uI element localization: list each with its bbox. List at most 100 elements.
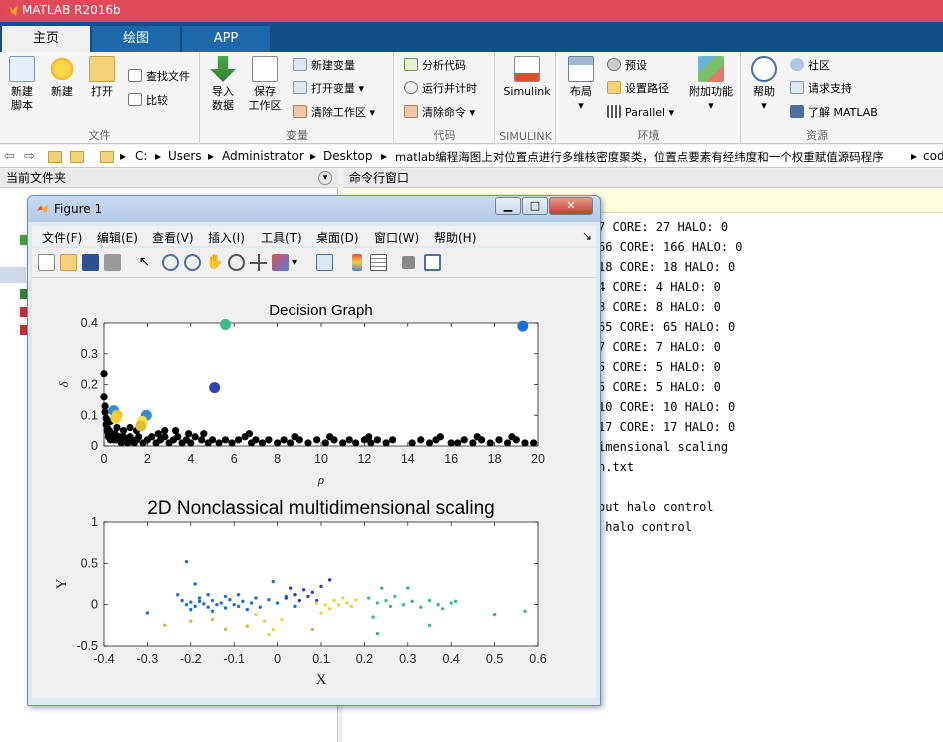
preferences-button[interactable]: 预设 xyxy=(607,57,647,75)
data-point xyxy=(352,439,360,447)
layout-button[interactable]: 布局 ▾ xyxy=(561,56,601,113)
open-file-icon[interactable] xyxy=(60,254,77,271)
new-button[interactable]: 新建 xyxy=(42,56,82,99)
breadcrumb-item[interactable]: Users xyxy=(168,149,202,163)
print-icon[interactable] xyxy=(104,254,121,271)
new-variable-button[interactable]: 新建变量 xyxy=(293,57,355,75)
community-button[interactable]: 社区 xyxy=(790,57,830,75)
save-workspace-button[interactable]: 保存 工作区 xyxy=(245,56,285,113)
cluster-center-point xyxy=(209,382,221,394)
hide-plot-tools-icon[interactable] xyxy=(402,256,415,269)
data-point xyxy=(306,594,310,599)
menu-window[interactable]: 窗口(W) xyxy=(374,229,419,246)
menu-help[interactable]: 帮助(H) xyxy=(434,229,476,246)
chart-title: 2D Nonclassical multidimensional scaling xyxy=(147,498,494,519)
pan-hand-icon[interactable]: ✋ xyxy=(206,254,223,271)
breadcrumb-item[interactable]: cod xyxy=(923,149,943,163)
data-point xyxy=(504,439,512,447)
import-data-button[interactable]: 导入 数据 xyxy=(203,56,243,113)
find-files-button[interactable]: 查找文件 xyxy=(128,68,190,86)
data-point xyxy=(327,607,332,611)
command-output-line: 5 CORE: 5 HALO: 0 xyxy=(598,380,721,394)
analyze-code-button[interactable]: 分析代码 xyxy=(404,57,466,75)
data-point xyxy=(304,439,312,447)
compare-label: 比较 xyxy=(146,94,168,107)
help-button[interactable]: 帮助 ▾ xyxy=(744,56,784,113)
tab-home[interactable]: 主页 xyxy=(2,26,90,52)
command-window-title: 命令行窗口 xyxy=(349,171,410,185)
ribbon-group-environment: 布局 ▾ 预设 设置路径 Parallel ▾ 附加功能 ▾ 环境 xyxy=(557,52,741,144)
forward-icon[interactable]: ⇨ xyxy=(24,149,35,164)
request-support-button[interactable]: 请求支持 xyxy=(790,80,852,98)
dock-arrow-icon[interactable]: ↘ xyxy=(582,229,592,243)
back-icon[interactable]: ⇦ xyxy=(4,149,15,164)
tab-plots[interactable]: 绘图 xyxy=(92,26,180,52)
data-point xyxy=(367,596,371,600)
clear-workspace-button[interactable]: 清除工作区 ▾ xyxy=(293,104,375,122)
ribbon-tab-strip: 主页 绘图 APP xyxy=(0,22,943,52)
data-point xyxy=(219,601,223,605)
link-plot-icon[interactable] xyxy=(316,254,333,271)
panel-menu-icon[interactable]: ▾ xyxy=(318,171,332,185)
breadcrumb-item[interactable]: Desktop xyxy=(323,149,373,163)
ribbon-group-file: 新建 脚本 新建 打开 查找文件 比较 文件 xyxy=(0,52,200,144)
browse-folder-icon[interactable] xyxy=(70,151,84,163)
menu-tools[interactable]: 工具(T) xyxy=(261,229,302,246)
save-workspace-icon xyxy=(252,56,278,82)
data-point xyxy=(436,433,444,441)
close-button[interactable]: ✕ xyxy=(549,197,593,215)
learn-matlab-button[interactable]: 了解 MATLAB xyxy=(790,104,878,122)
minimize-button[interactable]: ▁ xyxy=(495,197,521,215)
ribbon-toolbar: 新建 脚本 新建 打开 查找文件 比较 文件 导入 数据 保存 工作区 新建变量… xyxy=(0,52,943,144)
x-tick-label: 0 xyxy=(274,652,281,666)
plus-icon xyxy=(49,56,75,82)
chevron-down-icon[interactable]: ▾ xyxy=(292,254,300,271)
compare-button[interactable]: 比较 xyxy=(128,92,168,110)
breadcrumb-separator: ▸ xyxy=(155,149,162,163)
run-and-time-button[interactable]: 运行并计时 xyxy=(404,80,477,98)
zoom-out-icon[interactable] xyxy=(184,254,201,271)
menu-view[interactable]: 查看(V) xyxy=(152,229,194,246)
data-point xyxy=(200,430,208,438)
open-button[interactable]: 打开 xyxy=(82,56,122,99)
pointer-icon[interactable]: ↖ xyxy=(136,254,153,271)
breadcrumb-item[interactable]: C: xyxy=(135,149,147,163)
simulink-button[interactable]: Simulink xyxy=(501,56,553,99)
up-folder-icon[interactable] xyxy=(48,151,62,163)
data-point xyxy=(191,433,199,441)
clear-commands-button[interactable]: 清除命令 ▾ xyxy=(404,104,475,122)
menu-desktop[interactable]: 桌面(D) xyxy=(316,229,359,246)
breadcrumb-item[interactable]: Administrator xyxy=(222,149,304,163)
x-tick-label: 14 xyxy=(401,452,415,466)
new-figure-icon[interactable] xyxy=(38,254,55,271)
data-point xyxy=(163,623,167,628)
breadcrumb-item[interactable]: matlab编程海图上对位置点进行多维核密度聚类，位置点要素有经纬度和一个权重赋… xyxy=(395,149,884,165)
set-path-button[interactable]: 设置路径 xyxy=(607,80,669,98)
command-output-line: 10 CORE: 10 HALO: 0 xyxy=(598,400,736,414)
data-point xyxy=(215,439,223,447)
tab-apps[interactable]: APP xyxy=(182,26,270,52)
legend-icon[interactable] xyxy=(370,254,387,271)
menu-file[interactable]: 文件(F) xyxy=(42,229,82,246)
maximize-button[interactable]: □ xyxy=(522,197,548,215)
new-script-button[interactable]: 新建 脚本 xyxy=(2,56,42,113)
menu-edit[interactable]: 编辑(E) xyxy=(97,229,138,246)
zoom-in-icon[interactable] xyxy=(162,254,179,271)
open-variable-button[interactable]: 打开变量 ▾ xyxy=(293,80,364,98)
matlab-logo-icon xyxy=(5,5,18,16)
parallel-button[interactable]: Parallel ▾ xyxy=(607,104,674,122)
help-label: 帮助 xyxy=(753,85,775,98)
data-point xyxy=(223,627,228,632)
data-point xyxy=(176,593,180,597)
selected-file-row[interactable] xyxy=(0,267,26,283)
rotate-3d-icon[interactable] xyxy=(228,254,245,271)
command-output-line: 8 CORE: 8 HALO: 0 xyxy=(598,300,721,314)
addons-button[interactable]: 附加功能 ▾ xyxy=(685,56,737,113)
data-point xyxy=(223,606,228,610)
menu-insert[interactable]: 插入(I) xyxy=(208,229,245,246)
colorbar-icon[interactable] xyxy=(352,254,362,271)
save-icon[interactable] xyxy=(82,254,99,271)
brush-data-icon[interactable] xyxy=(272,254,289,271)
show-plot-tools-icon[interactable] xyxy=(424,254,441,271)
data-cursor-icon[interactable] xyxy=(250,254,267,271)
